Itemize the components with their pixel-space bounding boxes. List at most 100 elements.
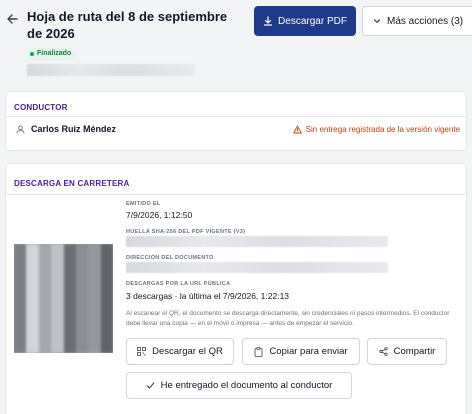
copy-to-send-button[interactable]: Copiar para enviar <box>242 338 360 365</box>
mark-delivered-button[interactable]: He entregado el documento al conductor <box>126 372 352 399</box>
qr-pixel <box>63 316 76 329</box>
qr-pixel <box>51 292 64 305</box>
descargas-value: 3 descargas · la última el 7/9/2026, 1:2… <box>126 291 290 301</box>
qr-pixel <box>100 304 113 317</box>
share-label: Compartir <box>393 346 436 357</box>
qr-pixel <box>26 280 39 293</box>
conductor-divider <box>6 116 466 117</box>
qr-pixel <box>38 328 52 341</box>
qr-pixel <box>75 256 89 269</box>
qr-pixel <box>88 316 101 329</box>
qr-pixel <box>88 268 101 281</box>
qr-pixel <box>26 292 39 305</box>
qr-pixel <box>26 316 39 329</box>
qr-pixel <box>63 280 76 293</box>
qr-pixel <box>88 256 101 269</box>
qr-pixel <box>51 256 64 269</box>
qr-pixel <box>14 268 27 281</box>
descarga-divider <box>6 194 466 195</box>
qr-pixel <box>63 268 76 281</box>
qr-pixel <box>88 244 101 257</box>
qr-pixel <box>63 304 76 317</box>
qr-pixel <box>14 340 27 353</box>
qr-pixel <box>14 292 27 305</box>
qr-pixel <box>75 268 89 281</box>
status-badge-label: Finalizado <box>37 50 72 57</box>
copy-to-send-label: Copiar para enviar <box>269 346 348 357</box>
qr-pixel <box>51 316 64 329</box>
qr-pixel <box>38 316 52 329</box>
qr-pixel <box>63 244 76 257</box>
status-dot-icon <box>30 52 34 56</box>
status-badge: Finalizado <box>27 48 77 60</box>
clipboard-icon <box>255 346 263 357</box>
more-actions-button[interactable]: Más acciones (3) <box>362 6 472 36</box>
download-qr-button[interactable]: Descargar el QR <box>126 338 234 365</box>
qr-pixel <box>38 244 52 257</box>
qr-pixel <box>63 328 76 341</box>
download-pdf-button[interactable]: Descargar PDF <box>254 6 356 36</box>
qr-pixel <box>38 304 52 317</box>
emitido-label: EMITIDO EL <box>126 201 161 207</box>
redacted-url <box>126 262 388 273</box>
qr-pixel <box>26 256 39 269</box>
qr-pixel <box>26 244 39 257</box>
qr-pixel <box>38 292 52 305</box>
qr-pixel <box>14 244 27 257</box>
qr-code-pixels <box>14 244 113 353</box>
qr-pixel <box>26 340 39 353</box>
qr-pixel <box>75 340 89 353</box>
direccion-label: DIRECCIÓN DEL DOCUMENTO <box>126 255 214 261</box>
qr-pixel <box>100 268 113 281</box>
emitido-value: 7/9/2026, 1:12:50 <box>126 210 193 220</box>
qr-pixel <box>63 292 76 305</box>
descarga-section-title: DESCARGA EN CARRETERA <box>14 179 130 188</box>
qr-pixel <box>75 316 89 329</box>
qr-pixel <box>51 280 64 293</box>
delivery-warning: Sin entrega registrada de la versión vig… <box>292 125 460 134</box>
redacted-hash <box>126 236 388 247</box>
qr-pixel <box>38 256 52 269</box>
qr-pixel <box>63 340 76 353</box>
download-pdf-label: Descargar PDF <box>278 15 347 27</box>
qr-usage-note: Al escanear el QR, el documento se desca… <box>126 310 450 327</box>
conductor-section-title: CONDUCTOR <box>14 103 68 112</box>
qr-pixel <box>38 280 52 293</box>
qr-code-icon <box>137 347 147 356</box>
qr-pixel <box>51 244 64 257</box>
qr-pixel <box>100 328 113 341</box>
share-icon <box>379 347 388 356</box>
qr-pixel <box>75 280 89 293</box>
qr-pixel <box>100 280 113 293</box>
redacted-subtitle <box>27 64 195 76</box>
qr-pixel <box>26 304 39 317</box>
qr-pixel <box>100 340 113 353</box>
user-icon <box>16 125 25 134</box>
qr-pixel <box>100 316 113 329</box>
qr-pixel <box>88 280 101 293</box>
qr-pixel <box>100 256 113 269</box>
qr-pixel <box>88 292 101 305</box>
check-icon <box>146 382 155 389</box>
qr-pixel <box>75 244 89 257</box>
qr-pixel <box>51 268 64 281</box>
qr-pixel <box>14 304 27 317</box>
qr-pixel <box>88 328 101 341</box>
qr-pixel <box>51 304 64 317</box>
back-arrow-icon[interactable] <box>5 12 19 26</box>
qr-pixel <box>14 328 27 341</box>
descarga-card: DESCARGA EN CARRETERA EMITIDO EL 7/9/202… <box>5 163 467 414</box>
qr-pixel <box>88 340 101 353</box>
conductor-card: CONDUCTOR Carlos Ruiz Méndez Sin entrega… <box>5 91 467 151</box>
delivery-warning-text: Sin entrega registrada de la versión vig… <box>305 125 460 134</box>
qr-pixel <box>63 256 76 269</box>
qr-pixel <box>51 340 64 353</box>
share-button[interactable]: Compartir <box>367 338 447 365</box>
download-qr-label: Descargar el QR <box>152 346 223 357</box>
driver-row: Carlos Ruiz Méndez <box>16 124 116 134</box>
qr-pixel <box>100 244 113 257</box>
qr-pixel <box>100 292 113 305</box>
qr-pixel <box>51 328 64 341</box>
driver-name: Carlos Ruiz Méndez <box>31 124 117 134</box>
warning-icon <box>292 125 302 134</box>
